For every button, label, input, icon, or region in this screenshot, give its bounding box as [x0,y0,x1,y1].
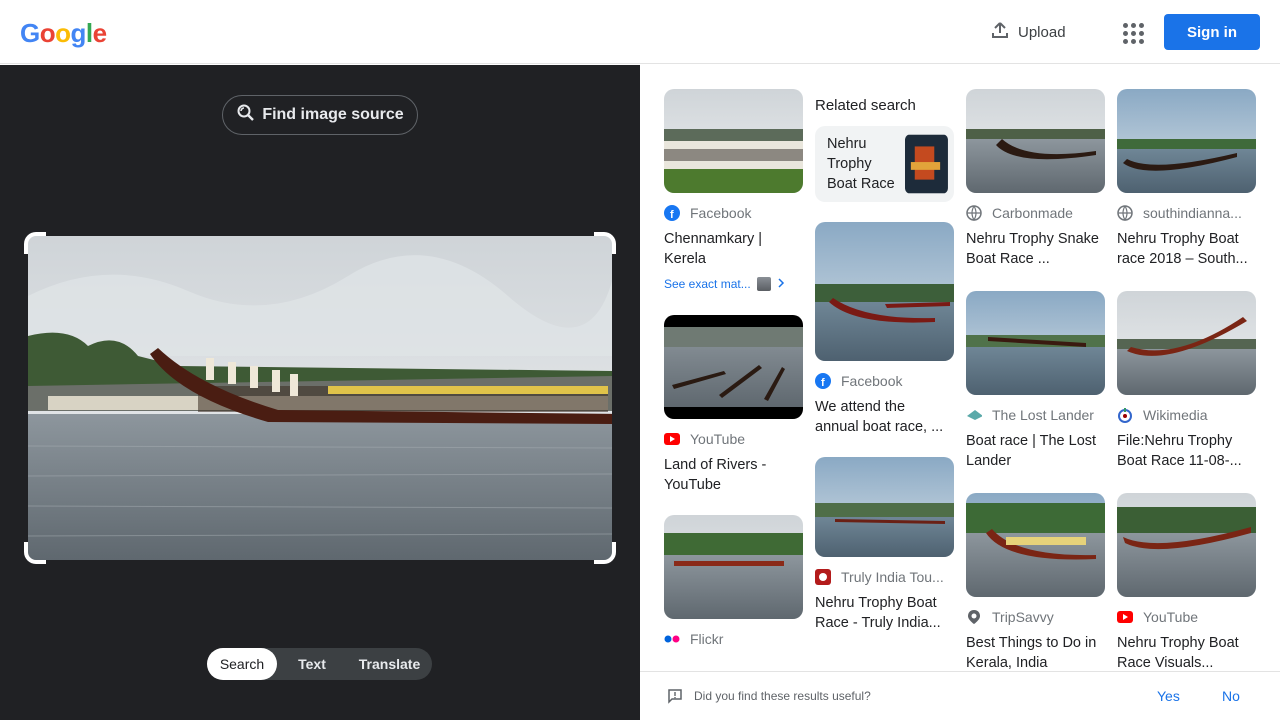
tab-text[interactable]: Text [277,648,347,680]
result-thumbnail [1117,89,1256,193]
result-title: Nehru Trophy Snake Boat Race ... [966,231,1099,267]
related-search-thumbnail [905,134,948,194]
facebook-icon: f [815,373,831,389]
flickr-icon [664,631,680,647]
see-exact-matches-link[interactable]: See exact mat... [664,277,803,291]
upload-label: Upload [1018,23,1066,41]
feedback-yes-button[interactable]: Yes [1157,688,1180,704]
result-card[interactable]: f Facebook We attend the annual boat rac… [815,222,954,437]
youtube-icon [1117,609,1133,625]
result-source: Truly India Tou... [815,569,954,585]
result-card[interactable]: f Facebook Chennamkary | Kerela See exac… [664,89,803,291]
youtube-icon [664,431,680,447]
feedback-icon [667,688,683,709]
sign-in-button[interactable]: Sign in [1164,14,1260,50]
result-card[interactable]: Wikimedia File:Nehru Trophy Boat Race 11… [1117,291,1256,471]
lost-lander-icon [966,407,982,423]
logo-letter: o [39,18,56,48]
result-title: Best Things to Do in Kerala, India [966,635,1097,670]
truly-india-icon [815,569,831,585]
logo-letter: l [85,18,93,48]
result-source: Wikimedia [1117,407,1256,423]
crop-handle-top-right[interactable] [594,232,616,254]
apps-grid-icon[interactable] [1120,20,1144,44]
query-image [28,236,612,560]
result-card[interactable]: YouTube Nehru Trophy Boat Race Visuals..… [1117,493,1256,670]
result-card[interactable]: TripSavvy Best Things to Do in Kerala, I… [966,493,1105,670]
result-card[interactable]: The Lost Lander Boat race | The Lost Lan… [966,291,1105,471]
find-image-source-button[interactable]: Find image source [222,95,418,135]
result-title: Chennamkary | Kerela [664,231,763,267]
result-title: File:Nehru Trophy Boat Race 11-08-... [1117,433,1242,469]
result-source: The Lost Lander [966,407,1105,423]
tripsavvy-icon [966,609,982,625]
wikimedia-icon [1117,407,1133,423]
top-bar: Google Upload Sign in [0,0,1280,64]
result-source: Carbonmade [966,205,1105,221]
crop-handle-bottom-left[interactable] [24,542,46,564]
feedback-question: Did you find these results useful? [694,689,871,703]
result-card[interactable]: YouTube Land of Rivers - YouTube [664,315,803,495]
find-image-source-label: Find image source [262,106,404,123]
result-thumbnail [966,89,1105,193]
result-source: f Facebook [815,373,954,389]
result-title: Nehru Trophy Boat race 2018 – South... [1117,231,1248,267]
result-thumbnail [966,493,1105,597]
svg-text:f: f [821,377,825,389]
related-search-chip[interactable]: Nehru Trophy Boat Race [815,126,954,202]
logo-letter: e [92,18,107,48]
upload-icon [990,20,1010,44]
logo-letter: G [20,18,40,48]
result-title: Boat race | The Lost Lander [966,433,1097,469]
result-title: Nehru Trophy Boat Race - Truly India... [815,595,941,631]
result-title: Land of Rivers - YouTube [664,457,767,493]
upload-button[interactable]: Upload [990,18,1066,46]
crop-handle-top-left[interactable] [24,232,46,254]
result-title: We attend the annual boat race, ... [815,399,944,435]
result-thumbnail [1117,291,1256,395]
result-card[interactable]: Truly India Tou... Nehru Trophy Boat Rac… [815,457,954,633]
logo-letter: g [70,18,87,48]
result-card[interactable]: Flickr [664,515,803,647]
result-thumbnail [664,515,803,619]
logo-letter: o [55,18,71,48]
feedback-bar: Did you find these results useful? Yes N… [640,671,1280,720]
related-search-heading: Related search [815,97,916,114]
globe-icon [966,205,982,221]
result-source: YouTube [664,431,803,447]
tab-search[interactable]: Search [207,648,277,680]
result-source: f Facebook [664,205,803,221]
result-source: Flickr [664,631,803,647]
result-card[interactable]: southindianna... Nehru Trophy Boat race … [1117,89,1256,269]
result-thumbnail [815,222,954,361]
query-image-pane: Find image source Search Text Translate [0,65,640,720]
result-card[interactable]: Carbonmade Nehru Trophy Snake Boat Race … [966,89,1105,269]
svg-text:f: f [670,209,674,221]
lens-mode-tabs: Search Text Translate [207,648,432,680]
google-logo[interactable]: Google [20,18,107,49]
result-title: Nehru Trophy Boat Race Visuals... [1117,635,1239,670]
crop-handle-bottom-right[interactable] [594,542,616,564]
globe-icon [1117,205,1133,221]
result-thumbnail [664,315,803,419]
lens-search-icon [236,103,256,128]
result-source: southindianna... [1117,205,1256,221]
result-source: TripSavvy [966,609,1105,625]
result-thumbnail [664,89,803,193]
facebook-icon: f [664,205,680,221]
exact-match-thumbnail [756,277,771,291]
result-thumbnail [1117,493,1256,597]
feedback-no-button[interactable]: No [1222,688,1240,704]
result-thumbnail [966,291,1105,395]
tab-translate[interactable]: Translate [347,648,432,680]
chevron-right-icon [777,277,785,291]
visual-matches-pane: f Facebook Chennamkary | Kerela See exac… [640,65,1280,670]
result-thumbnail [815,457,954,557]
result-source: YouTube [1117,609,1256,625]
